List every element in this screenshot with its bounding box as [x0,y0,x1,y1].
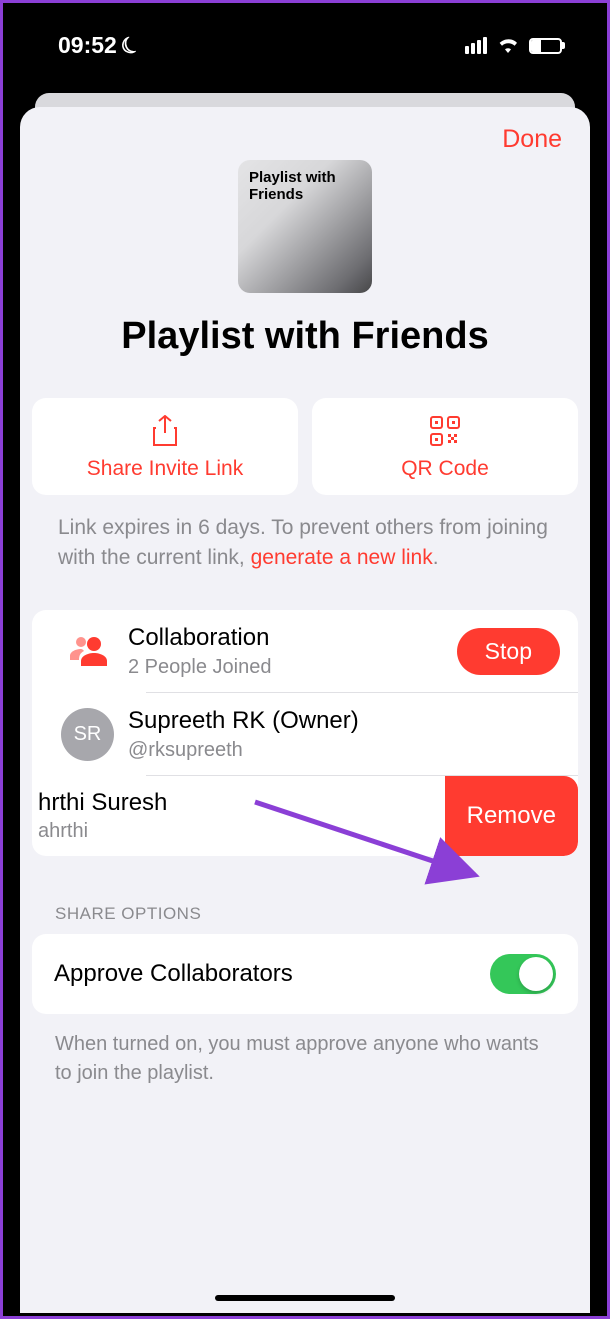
people-icon [48,636,128,666]
qr-code-icon [430,415,460,447]
remove-button[interactable]: Remove [445,776,578,856]
owner-handle: @rksupreeth [128,739,560,762]
collaboration-row: Collaboration 2 People Joined Stop [32,610,578,693]
share-sheet: Done Playlist with Friends Playlist with… [20,107,590,1313]
approve-toggle[interactable] [490,954,556,994]
battery-icon [529,38,562,54]
artwork-label: Playlist with Friends [249,170,361,203]
approve-footnote: When turned on, you must approve anyone … [20,1014,590,1088]
status-time: 09:52 [58,32,117,59]
avatar: SR [61,708,114,761]
share-options-header: SHARE OPTIONS [20,856,590,934]
share-invite-link-button[interactable]: Share Invite Link [32,398,298,495]
phone-frame: 09:52 ☾ Done Playlist with Friends Playl… [3,3,607,1316]
share-icon [152,415,178,447]
owner-row[interactable]: SR Supreeth RK (Owner) @rksupreeth [32,693,578,776]
status-bar: 09:52 ☾ [3,3,607,88]
collaboration-title: Collaboration [128,624,457,652]
collaborator-name: hrthi Suresh [38,789,441,817]
approve-collaborators-row: Approve Collaborators [32,934,578,1014]
do-not-disturb-icon: ☾ [116,30,145,62]
done-button[interactable]: Done [502,125,562,154]
link-expiration-text: Link expires in 6 days. To prevent other… [20,495,590,574]
collaborators-list: Collaboration 2 People Joined Stop SR Su… [32,610,578,856]
collaborator-row[interactable]: hrthi Suresh ahrthi Remove [32,776,578,856]
share-label: Share Invite Link [87,457,243,481]
playlist-title: Playlist with Friends [20,315,590,358]
cellular-signal-icon [465,37,487,54]
approve-label: Approve Collaborators [54,960,293,988]
collaborator-handle: ahrthi [38,820,441,843]
owner-name: Supreeth RK (Owner) [128,707,560,735]
wifi-icon [496,33,520,59]
playlist-artwork: Playlist with Friends [238,160,372,293]
qr-label: QR Code [401,457,489,481]
stop-button[interactable]: Stop [457,628,560,675]
home-indicator[interactable] [215,1295,395,1301]
generate-new-link[interactable]: generate a new link [251,546,433,569]
qr-code-button[interactable]: QR Code [312,398,578,495]
collaboration-subtitle: 2 People Joined [128,656,457,679]
